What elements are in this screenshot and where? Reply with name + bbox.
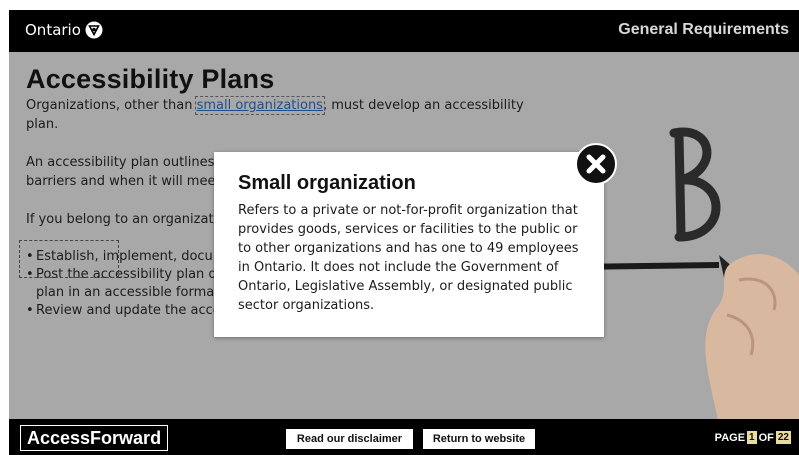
close-icon xyxy=(586,154,606,174)
focus-outline xyxy=(19,240,119,278)
close-dialog-button[interactable] xyxy=(575,143,617,185)
page-title: Accessibility Plans xyxy=(26,64,275,94)
page-of-label: OF xyxy=(758,431,774,444)
disclaimer-button[interactable]: Read our disclaimer xyxy=(286,429,413,449)
trillium-logo-icon xyxy=(85,21,103,39)
page-total: 22 xyxy=(775,431,791,444)
header-bar: Ontario General Requirements xyxy=(9,10,799,52)
intro-paragraph: Organizations, other than small organiza… xyxy=(26,96,546,134)
ontario-brand[interactable]: Ontario xyxy=(25,21,103,39)
dialog-body: Refers to a private or not-for-profit or… xyxy=(238,203,579,313)
footer-bar: AccessForward Read our disclaimer Return… xyxy=(9,419,799,455)
intro-prefix: Organizations, other than xyxy=(26,98,197,113)
dialog-title: Small organization xyxy=(238,172,416,194)
page-label: PAGE xyxy=(714,431,746,444)
accessforward-logo: AccessForward xyxy=(20,425,169,451)
brand-name: Ontario xyxy=(25,21,81,39)
return-to-website-button[interactable]: Return to website xyxy=(423,429,535,449)
definition-dialog: Small organization Refers to a private o… xyxy=(214,152,604,337)
page-indicator: PAGE 1 OF 22 xyxy=(715,431,793,444)
section-title: General Requirements xyxy=(618,21,789,38)
app-frame: Ontario General Requirements Accessibili… xyxy=(9,10,799,455)
page-current: 1 xyxy=(747,431,757,444)
small-organizations-link[interactable]: small organizations xyxy=(194,96,325,115)
